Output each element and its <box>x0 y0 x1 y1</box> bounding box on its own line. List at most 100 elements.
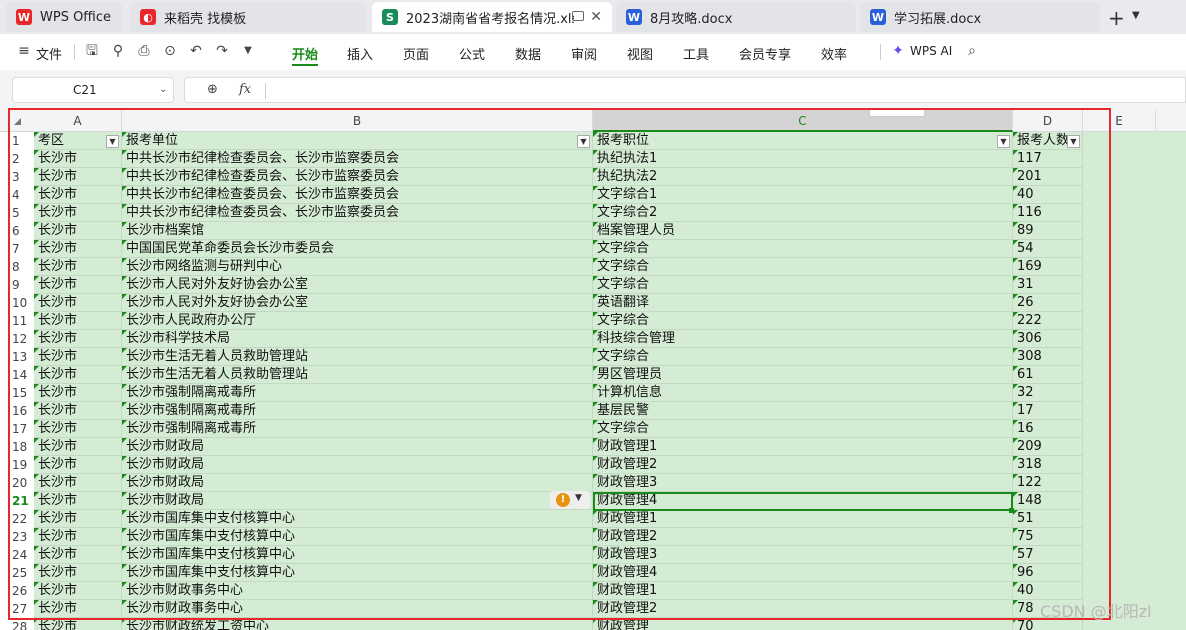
menu-wps-ai[interactable]: WPS AI <box>910 44 952 58</box>
cell-region[interactable]: 长沙市 <box>34 258 122 276</box>
cell-applicants[interactable]: 26 <box>1013 294 1083 312</box>
cell-applicants[interactable]: 89 <box>1013 222 1083 240</box>
row-header[interactable]: 21 <box>0 492 34 510</box>
row-header[interactable]: 27 <box>0 600 34 618</box>
cell-position[interactable]: 计算机信息 <box>593 384 1013 402</box>
row-header[interactable]: 23 <box>0 528 34 546</box>
filter-dropdown-icon[interactable]: ▼ <box>1067 135 1080 148</box>
menu-tools[interactable]: 工具 <box>683 44 709 63</box>
cell-region[interactable]: 长沙市 <box>34 438 122 456</box>
cell-unit[interactable]: 长沙市人民对外友好协会办公室 <box>122 276 593 294</box>
row-header[interactable]: 11 <box>0 312 34 330</box>
cell-position[interactable]: 财政管理1 <box>593 510 1013 528</box>
cell-region[interactable]: 长沙市 <box>34 510 122 528</box>
cell-region[interactable]: 长沙市 <box>34 528 122 546</box>
cell-applicants[interactable]: 201 <box>1013 168 1083 186</box>
cell-position[interactable]: 男区管理员 <box>593 366 1013 384</box>
cell-applicants[interactable]: 17 <box>1013 402 1083 420</box>
split-handle[interactable] <box>869 110 925 117</box>
header-cell-unit[interactable]: 报考单位 ▼ <box>122 132 593 150</box>
cell-position[interactable]: 科技综合管理 <box>593 330 1013 348</box>
cell-applicants[interactable]: 96 <box>1013 564 1083 582</box>
cell-position[interactable]: 财政管理2 <box>593 528 1013 546</box>
filter-dropdown-icon[interactable]: ▼ <box>106 135 119 148</box>
undo-icon[interactable]: ↶ <box>188 43 204 59</box>
cell-applicants[interactable]: 40 <box>1013 186 1083 204</box>
cell-unit[interactable]: 长沙市财政事务中心 <box>122 600 593 618</box>
row-header[interactable]: 15 <box>0 384 34 402</box>
cell-region[interactable]: 长沙市 <box>34 402 122 420</box>
cell-applicants[interactable]: 57 <box>1013 546 1083 564</box>
print-icon[interactable]: ⎙ <box>136 43 152 59</box>
cell-unit[interactable]: 长沙市档案馆 <box>122 222 593 240</box>
cell-region[interactable]: 长沙市 <box>34 276 122 294</box>
cell-applicants[interactable]: 122 <box>1013 474 1083 492</box>
cell-applicants[interactable]: 32 <box>1013 384 1083 402</box>
cell-unit[interactable]: 长沙市强制隔离戒毒所 <box>122 384 593 402</box>
cell-unit[interactable]: 长沙市财政局 <box>122 438 593 456</box>
cell-position[interactable]: 档案管理人员 <box>593 222 1013 240</box>
cell-applicants[interactable]: 51 <box>1013 510 1083 528</box>
menu-file[interactable]: 文件 <box>36 44 62 63</box>
row-header[interactable]: 13 <box>0 348 34 366</box>
cell-position[interactable]: 文字综合 <box>593 420 1013 438</box>
cell-region[interactable]: 长沙市 <box>34 456 122 474</box>
cell-unit[interactable]: 长沙市财政局 <box>122 474 593 492</box>
cell-position[interactable]: 文字综合1 <box>593 186 1013 204</box>
header-cell-applicants[interactable]: 报考人数 ▼ <box>1013 132 1083 150</box>
cell-region[interactable]: 长沙市 <box>34 564 122 582</box>
cell-applicants[interactable]: 306 <box>1013 330 1083 348</box>
cell-unit[interactable]: 长沙市科学技术局 <box>122 330 593 348</box>
menu-insert[interactable]: 插入 <box>347 44 373 63</box>
cell-region[interactable]: 长沙市 <box>34 312 122 330</box>
cell-unit[interactable]: 长沙市财政局 <box>122 492 593 510</box>
cell-applicants[interactable]: 54 <box>1013 240 1083 258</box>
menu-data[interactable]: 数据 <box>515 44 541 63</box>
cell-unit[interactable]: 中共长沙市纪律检查委员会、长沙市监察委员会 <box>122 150 593 168</box>
hamburger-icon[interactable]: ≡ <box>16 43 32 59</box>
cell-position[interactable]: 财政管理4 <box>593 492 1013 510</box>
row-header[interactable]: 9 <box>0 276 34 294</box>
cell-position[interactable]: 财政管理2 <box>593 600 1013 618</box>
print-preview-icon[interactable]: ⊙ <box>162 43 178 59</box>
cell-applicants[interactable]: 116 <box>1013 204 1083 222</box>
cell-position[interactable]: 基层民警 <box>593 402 1013 420</box>
column-header-e[interactable]: E <box>1083 110 1156 132</box>
cell-position[interactable]: 执纪执法1 <box>593 150 1013 168</box>
menu-review[interactable]: 审阅 <box>571 44 597 63</box>
filter-dropdown-icon[interactable]: ▼ <box>997 135 1010 148</box>
header-cell-region[interactable]: 考区 ▼ <box>34 132 122 150</box>
filter-dropdown-icon[interactable]: ▼ <box>577 135 590 148</box>
cell-unit[interactable]: 长沙市国库集中支付核算中心 <box>122 510 593 528</box>
row-header[interactable]: 16 <box>0 402 34 420</box>
save-icon[interactable]: 🖫 <box>84 43 100 59</box>
monitor-icon[interactable] <box>572 11 584 21</box>
column-header-a[interactable]: A <box>34 110 122 132</box>
chevron-down-icon[interactable]: ⌄ <box>159 84 167 95</box>
cell-region[interactable]: 长沙市 <box>34 546 122 564</box>
cell-unit[interactable]: 长沙市网络监测与研判中心 <box>122 258 593 276</box>
cell-unit[interactable]: 长沙市强制隔离戒毒所 <box>122 420 593 438</box>
error-check-button[interactable]: ! ▼ <box>550 491 590 509</box>
column-header-c[interactable]: C <box>593 110 1013 132</box>
row-header[interactable]: 3 <box>0 168 34 186</box>
cell-position[interactable]: 英语翻译 <box>593 294 1013 312</box>
cell-applicants[interactable]: 148 <box>1013 492 1083 510</box>
cell-position[interactable]: 财政管理2 <box>593 456 1013 474</box>
row-header[interactable]: 18 <box>0 438 34 456</box>
cell-position[interactable]: 财政管理3 <box>593 546 1013 564</box>
cell-position[interactable]: 财政管理4 <box>593 564 1013 582</box>
chevron-down-icon[interactable]: ▼ <box>240 43 256 59</box>
row-header[interactable]: 1 <box>0 132 34 150</box>
menu-page[interactable]: 页面 <box>403 44 429 63</box>
cell-region[interactable]: 长沙市 <box>34 420 122 438</box>
wps-ai-icon[interactable]: ✦ <box>890 43 906 59</box>
cell-applicants[interactable]: 169 <box>1013 258 1083 276</box>
cell-applicants[interactable]: 209 <box>1013 438 1083 456</box>
fx-icon[interactable]: fx <box>239 82 251 97</box>
cell-unit[interactable]: 长沙市人民政府办公厅 <box>122 312 593 330</box>
cell-region[interactable]: 长沙市 <box>34 150 122 168</box>
cell-applicants[interactable]: 222 <box>1013 312 1083 330</box>
row-header[interactable]: 2 <box>0 150 34 168</box>
cell-applicants[interactable]: 61 <box>1013 366 1083 384</box>
